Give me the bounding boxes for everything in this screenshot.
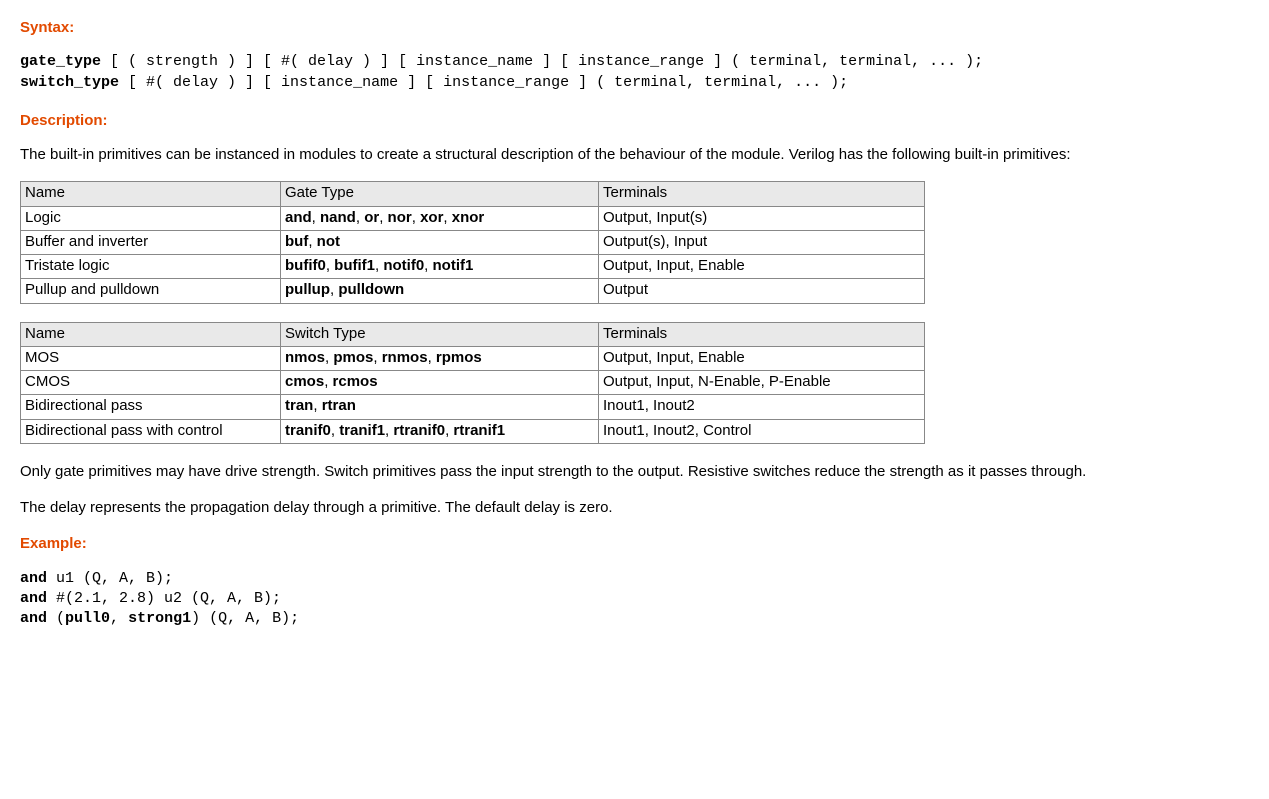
table-row: Logicand, nand, or, nor, xor, xnorOutput… — [21, 206, 925, 230]
example-heading: Example: — [20, 534, 1249, 554]
primitive-keyword: tran — [285, 397, 313, 414]
table-cell-type: tranif0, tranif1, rtranif0, rtranif1 — [281, 419, 599, 443]
primitive-keyword: pmos — [333, 349, 373, 366]
table-cell-terminals: Output, Input, Enable — [599, 346, 925, 370]
table-cell-terminals: Inout1, Inout2, Control — [599, 419, 925, 443]
table-header-cell: Gate Type — [281, 182, 599, 206]
switch-primitives-table: NameSwitch TypeTerminalsMOSnmos, pmos, r… — [20, 322, 925, 444]
primitive-keyword: nmos — [285, 349, 325, 366]
example-code-block: and u1 (Q, A, B);and #(2.1, 2.8) u2 (Q, … — [20, 569, 1249, 630]
description-intro-paragraph: The built-in primitives can be instanced… — [20, 145, 1120, 165]
primitive-keyword: rtranif0 — [393, 422, 445, 439]
table-cell-name: Pullup and pulldown — [21, 279, 281, 303]
syntax-line: switch_type [ #( delay ) ] [ instance_na… — [20, 73, 1249, 93]
table-row: CMOScmos, rcmosOutput, Input, N-Enable, … — [21, 371, 925, 395]
primitive-keyword: rtran — [322, 397, 356, 414]
table-cell-type: cmos, rcmos — [281, 371, 599, 395]
example-keyword: and — [20, 590, 47, 607]
table-header-cell: Terminals — [599, 322, 925, 346]
syntax-code-block: gate_type [ ( strength ) ] [ #( delay ) … — [20, 52, 1249, 93]
syntax-text: [ #( delay ) ] [ instance_name ] [ insta… — [119, 74, 848, 91]
primitive-keyword: bufif0 — [285, 257, 326, 274]
table-header-cell: Name — [21, 182, 281, 206]
table-cell-terminals: Output(s), Input — [599, 230, 925, 254]
table-cell-terminals: Output, Input, N-Enable, P-Enable — [599, 371, 925, 395]
table-cell-type: and, nand, or, nor, xor, xnor — [281, 206, 599, 230]
primitive-keyword: tranif0 — [285, 422, 331, 439]
primitive-keyword: xor — [420, 209, 443, 226]
table-cell-name: Logic — [21, 206, 281, 230]
table-header-cell: Name — [21, 322, 281, 346]
table-cell-name: MOS — [21, 346, 281, 370]
example-line: and #(2.1, 2.8) u2 (Q, A, B); — [20, 589, 1249, 609]
primitive-keyword: rnmos — [382, 349, 428, 366]
table-cell-name: Buffer and inverter — [21, 230, 281, 254]
example-text: u1 (Q, A, B); — [47, 570, 173, 587]
table-cell-name: Bidirectional pass with control — [21, 419, 281, 443]
table-header-cell: Terminals — [599, 182, 925, 206]
table-row: Bidirectional passtran, rtranInout1, Ino… — [21, 395, 925, 419]
primitive-keyword: bufif1 — [334, 257, 375, 274]
table-cell-terminals: Output — [599, 279, 925, 303]
table-header-cell: Switch Type — [281, 322, 599, 346]
table-cell-name: CMOS — [21, 371, 281, 395]
primitive-keyword: not — [317, 233, 340, 250]
primitive-keyword: buf — [285, 233, 308, 250]
table-cell-terminals: Output, Input, Enable — [599, 255, 925, 279]
primitive-keyword: notif1 — [433, 257, 474, 274]
table-row: MOSnmos, pmos, rnmos, rpmosOutput, Input… — [21, 346, 925, 370]
table-cell-type: pullup, pulldown — [281, 279, 599, 303]
syntax-line: gate_type [ ( strength ) ] [ #( delay ) … — [20, 52, 1249, 72]
example-line: and (pull0, strong1) (Q, A, B); — [20, 609, 1249, 629]
table-cell-name: Tristate logic — [21, 255, 281, 279]
table-row: Tristate logicbufif0, bufif1, notif0, no… — [21, 255, 925, 279]
syntax-heading: Syntax: — [20, 18, 1249, 38]
gate-primitives-table: NameGate TypeTerminalsLogicand, nand, or… — [20, 181, 925, 303]
example-text: #(2.1, 2.8) u2 (Q, A, B); — [47, 590, 281, 607]
primitive-keyword: xnor — [452, 209, 485, 226]
example-keyword: and — [20, 570, 47, 587]
table-cell-terminals: Inout1, Inout2 — [599, 395, 925, 419]
table-row: Buffer and inverterbuf, notOutput(s), In… — [21, 230, 925, 254]
table-cell-name: Bidirectional pass — [21, 395, 281, 419]
example-text: , — [110, 610, 128, 627]
table-header-row: NameSwitch TypeTerminals — [21, 322, 925, 346]
primitive-keyword: or — [364, 209, 379, 226]
example-keyword: and — [20, 610, 47, 627]
table-cell-type: buf, not — [281, 230, 599, 254]
primitive-keyword: nor — [388, 209, 412, 226]
primitive-keyword: rpmos — [436, 349, 482, 366]
primitive-keyword: notif0 — [383, 257, 424, 274]
description-heading: Description: — [20, 111, 1249, 131]
table-row: Pullup and pulldownpullup, pulldownOutpu… — [21, 279, 925, 303]
primitive-keyword: tranif1 — [339, 422, 385, 439]
primitive-keyword: rcmos — [333, 373, 378, 390]
primitive-keyword: pulldown — [338, 281, 404, 298]
example-text: ) (Q, A, B); — [191, 610, 299, 627]
primitive-keyword: pullup — [285, 281, 330, 298]
example-keyword: pull0 — [65, 610, 110, 627]
table-cell-type: tran, rtran — [281, 395, 599, 419]
primitive-keyword: cmos — [285, 373, 324, 390]
description-strength-paragraph: Only gate primitives may have drive stre… — [20, 462, 1120, 482]
primitive-keyword: rtranif1 — [453, 422, 505, 439]
table-row: Bidirectional pass with controltranif0, … — [21, 419, 925, 443]
example-text: ( — [47, 610, 65, 627]
example-line: and u1 (Q, A, B); — [20, 569, 1249, 589]
primitive-keyword: and — [285, 209, 312, 226]
table-cell-type: bufif0, bufif1, notif0, notif1 — [281, 255, 599, 279]
example-keyword: strong1 — [128, 610, 191, 627]
syntax-keyword: switch_type — [20, 74, 119, 91]
table-header-row: NameGate TypeTerminals — [21, 182, 925, 206]
syntax-keyword: gate_type — [20, 53, 101, 70]
syntax-text: [ ( strength ) ] [ #( delay ) ] [ instan… — [101, 53, 983, 70]
table-cell-type: nmos, pmos, rnmos, rpmos — [281, 346, 599, 370]
primitive-keyword: nand — [320, 209, 356, 226]
description-delay-paragraph: The delay represents the propagation del… — [20, 498, 1120, 518]
table-cell-terminals: Output, Input(s) — [599, 206, 925, 230]
